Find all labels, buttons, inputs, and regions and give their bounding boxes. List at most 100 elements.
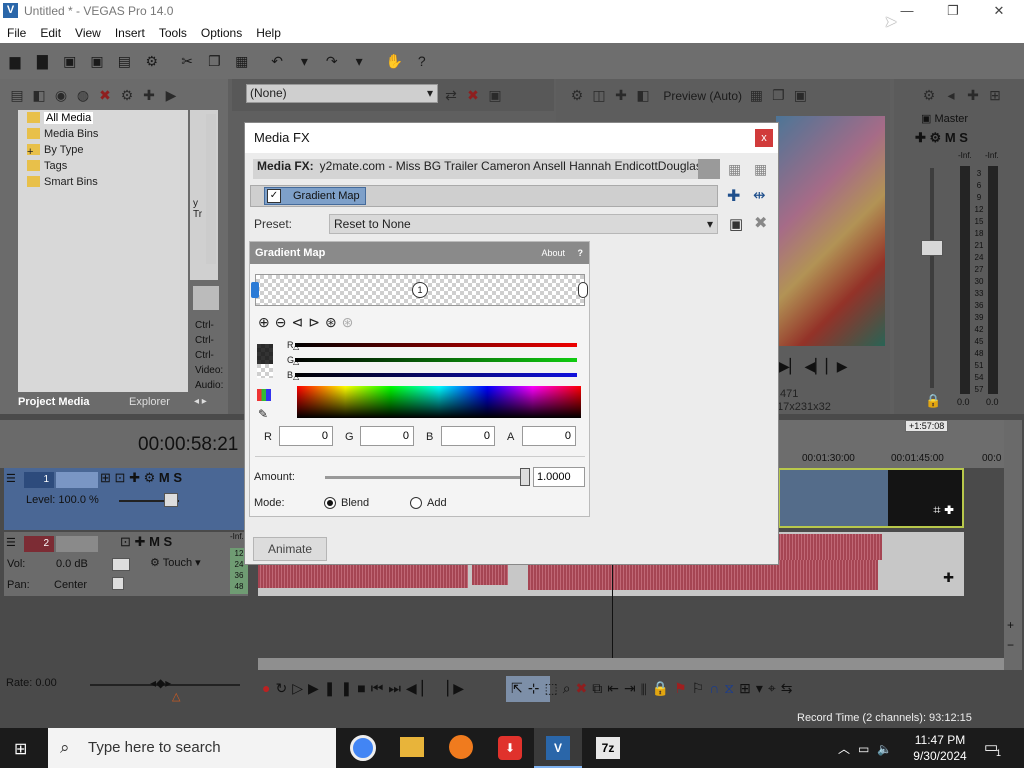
go-to-end-icon[interactable]: ⏭ xyxy=(388,680,406,696)
automation-mode[interactable]: ⚙ Touch ▾ xyxy=(150,556,201,569)
fx-preset-select[interactable]: (None) ▾ xyxy=(246,84,438,103)
cut-icon[interactable]: ✂ xyxy=(176,51,198,73)
g-field[interactable] xyxy=(360,426,414,446)
about-link[interactable]: About xyxy=(541,242,565,264)
mode-add-radio[interactable] xyxy=(410,497,422,509)
master-fx-chain-icon[interactable]: ✚ xyxy=(915,130,926,145)
vegas-taskbar-button[interactable]: V xyxy=(534,728,582,768)
video-track-header[interactable]: ☰ 1 ⊞ ⊡ ✚ ⚙ M S Level: 100.0 % xyxy=(4,468,248,530)
remove-media-icon[interactable]: ✖ xyxy=(94,84,116,106)
track-fx-icon[interactable]: ✚ xyxy=(129,470,140,485)
tab-scroll-arrows[interactable]: ◂ ▸ xyxy=(194,396,207,407)
add-plugin-icon[interactable]: ✚ xyxy=(727,186,740,206)
media-list-scrollbar[interactable] xyxy=(206,114,216,264)
open-icon[interactable]: ▇ xyxy=(31,51,53,73)
green-slider-thumb[interactable]: △ xyxy=(293,357,299,366)
7zip-icon[interactable]: 7z xyxy=(596,737,620,759)
menu-help[interactable]: Help xyxy=(249,23,288,40)
video-fx-icon[interactable]: ✚ xyxy=(610,84,632,106)
properties-icon[interactable]: ⚙ xyxy=(141,51,163,73)
downmix-icon[interactable]: ◂ xyxy=(940,84,962,106)
menu-edit[interactable]: Edit xyxy=(33,23,68,40)
split-icon[interactable]: ⫴ xyxy=(641,680,652,696)
snap-icon[interactable]: ∩ xyxy=(709,680,724,696)
play-preview-icon[interactable]: ▶ xyxy=(160,84,182,106)
marker-icon[interactable]: ⚑ xyxy=(674,680,692,696)
render-icon[interactable]: ▤ xyxy=(113,51,135,73)
dialog-close-button[interactable]: x xyxy=(755,129,773,147)
save-snapshot-icon[interactable]: ▣ xyxy=(789,84,811,106)
gradient-stop-left[interactable] xyxy=(251,282,259,298)
green-slider[interactable] xyxy=(295,358,577,362)
volume-icon[interactable]: 🔈 xyxy=(877,742,900,756)
zoom-tool-icon[interactable]: ⌕ xyxy=(563,680,576,696)
media-fx-icon[interactable]: ⚙ xyxy=(116,84,138,106)
menu-options[interactable]: Options xyxy=(194,23,249,40)
chain-view-icon[interactable] xyxy=(698,159,720,179)
mixer-icon[interactable]: ⊞ xyxy=(984,84,1006,106)
b-field[interactable] xyxy=(441,426,495,446)
ripple-dropdown-icon[interactable]: ▾ xyxy=(756,680,768,696)
trim-start-icon[interactable]: ⇤ xyxy=(607,680,624,696)
reset-stops-icon[interactable]: ⊛ xyxy=(342,314,359,330)
whats-this-icon[interactable]: ? xyxy=(411,50,433,72)
overlays-icon[interactable]: ▦ xyxy=(745,84,767,106)
split-screen-icon[interactable]: ◧ xyxy=(632,84,654,106)
firefox-icon[interactable] xyxy=(449,735,473,759)
gradient-stop-right[interactable] xyxy=(578,282,588,298)
a-field[interactable] xyxy=(522,426,576,446)
tab-explorer[interactable]: Explorer xyxy=(129,394,170,410)
zoom-in-icon[interactable]: + xyxy=(1007,618,1014,632)
pan-slider-thumb[interactable] xyxy=(112,577,124,590)
next-frame-icon[interactable]: ▶▏ xyxy=(779,358,801,374)
remove-plugin-icon[interactable]: ⇹ xyxy=(753,186,766,204)
maximize-button[interactable]: ❐ xyxy=(930,0,976,23)
prev-frame-icon[interactable]: ◀▏ xyxy=(406,680,438,696)
delete-icon[interactable]: ✖ xyxy=(576,680,593,696)
undo-dropdown-icon[interactable]: ▾ xyxy=(293,51,315,73)
tree-item-tags[interactable]: Tags xyxy=(18,158,188,174)
tray-chevron-icon[interactable]: ︿ xyxy=(838,742,858,756)
add-stop-icon[interactable]: ⊕ xyxy=(258,314,275,330)
menu-insert[interactable]: Insert xyxy=(108,23,152,40)
save-as-icon[interactable]: ▣ xyxy=(86,51,108,73)
cursor-icon[interactable]: ⇱ xyxy=(511,680,528,696)
compositing-icon[interactable]: ⊡ xyxy=(115,470,126,485)
track-mute-button[interactable]: M xyxy=(159,470,170,485)
animate-button[interactable]: Animate xyxy=(253,537,327,561)
track-collapse-icon[interactable]: ☰ xyxy=(6,536,16,549)
record-icon[interactable]: ● xyxy=(262,680,275,696)
track-name-field[interactable] xyxy=(56,472,98,488)
trim-end-icon[interactable]: ⇥ xyxy=(624,680,641,696)
expand-icon[interactable]: + xyxy=(27,146,33,158)
tree-item-media-bins[interactable]: Media Bins xyxy=(18,126,188,142)
level-slider-thumb[interactable] xyxy=(164,493,178,507)
help-icon[interactable]: ? xyxy=(578,242,584,264)
menu-tools[interactable]: Tools xyxy=(152,23,194,40)
next-frame-icon[interactable]: ▕▶ xyxy=(437,680,469,696)
track-gear-icon[interactable]: ⚙ xyxy=(144,470,156,485)
track-solo-button[interactable]: S xyxy=(164,534,173,549)
grid-view-icon[interactable]: ▦ xyxy=(728,161,741,178)
eyedropper-icon[interactable]: ✎ xyxy=(258,407,268,421)
plugin-icon[interactable]: ✚ xyxy=(138,84,160,106)
paste-icon[interactable]: ▦ xyxy=(231,51,253,73)
prev-frame-icon[interactable]: ◀▏▏▶ xyxy=(804,358,847,374)
auto-crossfade-icon[interactable]: ⧖ xyxy=(724,680,739,696)
web-icon[interactable]: ◍ xyxy=(72,84,94,106)
capture-icon[interactable]: ◧ xyxy=(28,84,50,106)
event-crop-icon[interactable]: ⌗ ✚ xyxy=(933,502,954,518)
tree-item-by-type[interactable]: By Type xyxy=(18,142,188,158)
download-manager-icon[interactable]: ⬇ xyxy=(498,736,522,760)
copy-icon[interactable]: ❐ xyxy=(203,51,225,73)
zoom-out-icon[interactable]: − xyxy=(1007,638,1014,652)
play-from-start-icon[interactable]: ▷ xyxy=(292,680,308,696)
windows-start-icon[interactable]: ⊞ xyxy=(14,739,27,759)
hand-icon[interactable]: ✋ xyxy=(383,51,405,73)
menu-view[interactable]: View xyxy=(68,23,108,40)
selection-tool-icon[interactable]: ⬚ xyxy=(544,680,562,696)
pause-icon[interactable]: ❚❚ xyxy=(324,680,357,696)
red-slider[interactable] xyxy=(295,343,577,347)
ripple-icon[interactable]: ⊞ xyxy=(739,680,756,696)
distribute-stops-icon[interactable]: ⊛ xyxy=(325,314,342,330)
